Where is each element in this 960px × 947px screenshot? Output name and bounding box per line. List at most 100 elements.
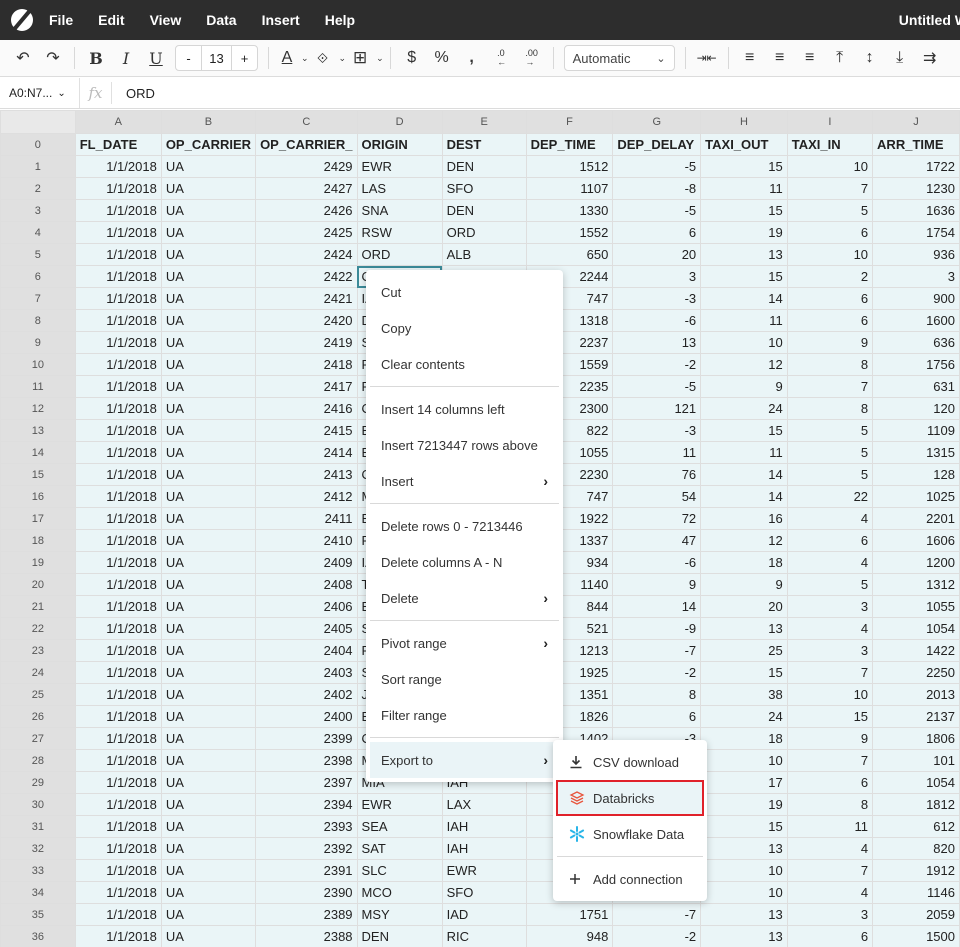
cell[interactable]: 1/1/2018 (74, 331, 162, 354)
cell[interactable]: 2426 (255, 199, 358, 222)
cell[interactable]: 2398 (255, 749, 358, 772)
row-header[interactable]: 31 (0, 815, 76, 838)
align-center-icon[interactable]: ≡ (765, 44, 795, 72)
cell[interactable]: MCO (356, 881, 443, 904)
row-header[interactable]: 0 (0, 133, 76, 156)
cell[interactable]: 14 (700, 485, 788, 508)
cell[interactable]: 1600 (872, 309, 960, 332)
cell[interactable]: 1230 (872, 177, 960, 200)
bold-icon[interactable]: B (81, 44, 111, 72)
cell[interactable]: 11 (700, 177, 788, 200)
column-header-j[interactable]: J (872, 110, 960, 134)
column-header-a[interactable]: A (74, 110, 162, 134)
cell[interactable]: 1512 (525, 155, 614, 178)
cell[interactable]: UA (160, 617, 257, 640)
cell[interactable]: 13 (700, 903, 788, 926)
cell[interactable]: 2400 (255, 705, 358, 728)
row-header[interactable]: 5 (0, 243, 76, 266)
cell[interactable]: 948 (525, 925, 614, 947)
cell[interactable]: ORD (441, 221, 527, 244)
cell[interactable]: 4 (786, 881, 874, 904)
cell[interactable]: 8 (786, 397, 874, 420)
cell[interactable]: IAH (441, 815, 527, 838)
font-size-input[interactable]: 13 (201, 46, 232, 70)
cell[interactable]: 13 (700, 243, 788, 266)
column-header-b[interactable]: B (160, 110, 257, 134)
cell[interactable]: 6 (786, 221, 874, 244)
cell[interactable]: EWR (356, 793, 443, 816)
cell[interactable]: 10 (700, 331, 788, 354)
merge-icon[interactable]: ⇥⇤ (692, 44, 722, 72)
cell[interactable]: 120 (872, 397, 960, 420)
context-menu-item-pivot-range[interactable]: Pivot range › (366, 625, 563, 661)
context-menu-item-copy[interactable]: Copy (366, 310, 563, 346)
cell[interactable]: -3 (612, 419, 702, 442)
cell[interactable]: UA (160, 397, 257, 420)
cell[interactable]: 6 (612, 705, 702, 728)
row-header[interactable]: 3 (0, 199, 76, 222)
cell[interactable]: 76 (612, 463, 702, 486)
cell[interactable]: UA (160, 375, 257, 398)
text-color-icon[interactable]: A (275, 44, 299, 72)
cell[interactable]: 1/1/2018 (74, 903, 162, 926)
cell[interactable]: 1/1/2018 (74, 661, 162, 684)
cell[interactable]: 13 (612, 331, 702, 354)
header-cell[interactable]: OP_CARRIER_ (255, 133, 358, 156)
row-header[interactable]: 9 (0, 331, 76, 354)
cell[interactable]: UA (160, 331, 257, 354)
cell[interactable]: 1312 (872, 573, 960, 596)
underline-icon[interactable]: U (141, 44, 171, 72)
cell[interactable]: DEN (441, 155, 527, 178)
cell[interactable]: 7 (786, 375, 874, 398)
cell[interactable]: 2413 (255, 463, 358, 486)
wrap-icon[interactable]: ⇉ (915, 44, 945, 72)
cell[interactable]: UA (160, 903, 257, 926)
cell[interactable]: 1/1/2018 (74, 573, 162, 596)
cell[interactable]: 15 (700, 265, 788, 288)
cell[interactable]: UA (160, 661, 257, 684)
column-header-d[interactable]: D (356, 110, 443, 134)
row-header[interactable]: 10 (0, 353, 76, 376)
cell[interactable]: 1054 (872, 617, 960, 640)
row-header[interactable]: 23 (0, 639, 76, 662)
cell[interactable]: 1146 (872, 881, 960, 904)
row-header[interactable]: 17 (0, 507, 76, 530)
cell[interactable]: 1/1/2018 (74, 815, 162, 838)
cell[interactable]: -5 (612, 375, 702, 398)
chevron-down-icon[interactable]: ⌄ (301, 53, 309, 64)
cell[interactable]: 1107 (525, 177, 614, 200)
cell[interactable]: 636 (872, 331, 960, 354)
cell[interactable]: 47 (612, 529, 702, 552)
header-cell[interactable]: TAXI_OUT (700, 133, 788, 156)
cell[interactable]: UA (160, 683, 257, 706)
cell[interactable]: UA (160, 705, 257, 728)
cell[interactable]: 24 (700, 705, 788, 728)
cell[interactable]: 18 (700, 551, 788, 574)
currency-icon[interactable]: $ (397, 44, 427, 72)
cell[interactable]: 1422 (872, 639, 960, 662)
cell[interactable]: 16 (700, 507, 788, 530)
cell[interactable]: SFO (441, 177, 527, 200)
cell[interactable]: 15 (700, 661, 788, 684)
cell[interactable]: UA (160, 573, 257, 596)
cell[interactable]: 13 (700, 925, 788, 947)
percent-icon[interactable]: % (427, 44, 457, 72)
chevron-down-icon[interactable]: ⌄ (376, 53, 384, 64)
row-header[interactable]: 32 (0, 837, 76, 860)
column-header-h[interactable]: H (700, 110, 788, 134)
cell[interactable]: 11 (700, 441, 788, 464)
cell[interactable]: 1751 (525, 903, 614, 926)
menu-help[interactable]: Help (325, 12, 355, 28)
cell[interactable]: -3 (612, 287, 702, 310)
cell[interactable]: ORD (356, 243, 443, 266)
cell[interactable]: 17 (700, 771, 788, 794)
context-menu-item-insert-7213447-rows-above[interactable]: Insert 7213447 rows above (366, 427, 563, 463)
cell[interactable]: UA (160, 155, 257, 178)
cell[interactable]: SLC (356, 859, 443, 882)
cell[interactable]: 11 (786, 815, 874, 838)
cell[interactable]: 1/1/2018 (74, 793, 162, 816)
cell[interactable]: 2420 (255, 309, 358, 332)
cell[interactable]: 10 (786, 683, 874, 706)
cell[interactable]: 2403 (255, 661, 358, 684)
cell[interactable]: -5 (612, 199, 702, 222)
